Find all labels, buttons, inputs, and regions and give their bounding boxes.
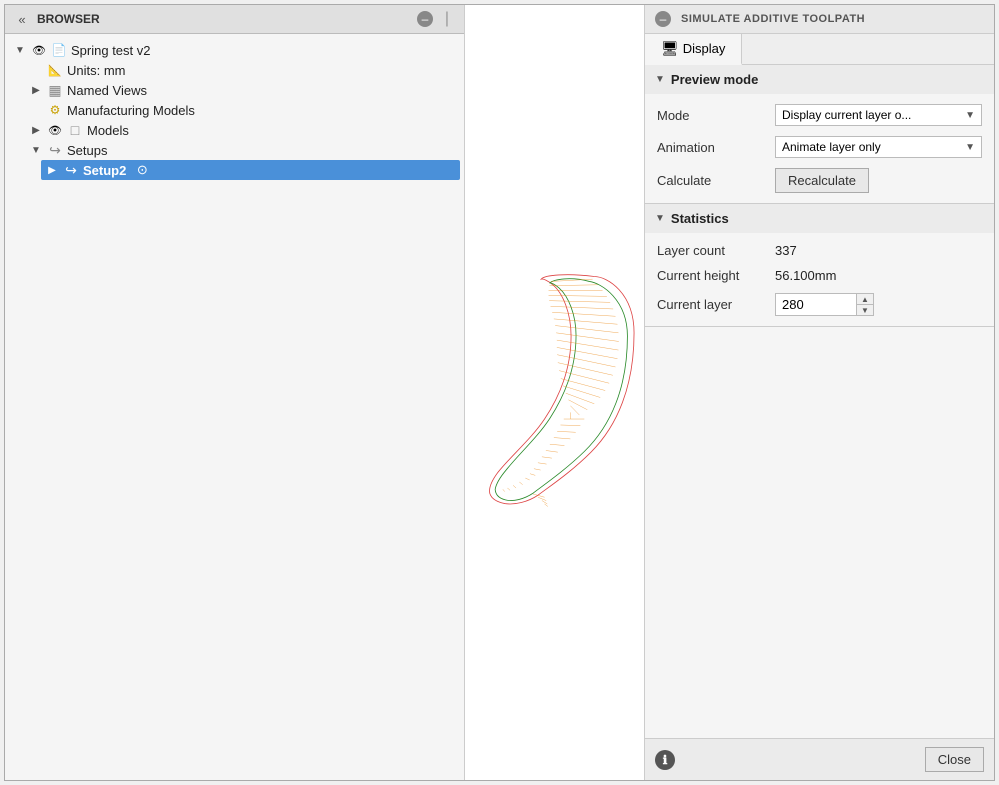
tree-item-setups[interactable]: ↪ Setups xyxy=(25,140,460,160)
named-views-icon: ▦ xyxy=(47,82,63,98)
panel-title: SIMULATE ADDITIVE TOOLPATH xyxy=(681,13,865,25)
browser-panel: BROWSER – | Spring test v2 Units: mm xyxy=(5,5,465,780)
models-icon: □ xyxy=(67,122,83,138)
tree-arrow-models xyxy=(29,123,43,137)
mode-control: Display current layer o... ▼ xyxy=(775,104,982,126)
close-button[interactable]: Close xyxy=(925,747,984,772)
animation-row: Animation Animate layer only ▼ xyxy=(657,136,982,158)
tab-bar: 🖥 Display xyxy=(645,34,994,65)
animation-select[interactable]: Animate layer only ▼ xyxy=(775,136,982,158)
current-height-value: 56.100mm xyxy=(775,268,836,283)
root-label: Spring test v2 xyxy=(71,43,151,58)
tree-item-named-views[interactable]: ▦ Named Views xyxy=(25,80,460,100)
preview-section-arrow: ▼ xyxy=(655,74,665,85)
canvas-area xyxy=(465,5,644,780)
tree-item-root[interactable]: Spring test v2 xyxy=(9,40,460,60)
eye-icon-models xyxy=(47,122,63,138)
tree-item-models[interactable]: □ Models xyxy=(25,120,460,140)
animation-label: Animation xyxy=(657,140,767,155)
named-views-label: Named Views xyxy=(67,83,147,98)
layer-count-value: 337 xyxy=(775,243,797,258)
animation-select-arrow: ▼ xyxy=(965,142,975,153)
layer-count-row: Layer count 337 xyxy=(657,243,982,258)
tab-display[interactable]: 🖥 Display xyxy=(645,34,742,65)
recalculate-button[interactable]: Recalculate xyxy=(775,168,869,193)
statistics-section: ▼ Statistics Layer count 337 Current hei… xyxy=(645,204,994,327)
minus-icon[interactable]: – xyxy=(416,10,434,28)
tree-arrow-named-views xyxy=(29,83,43,97)
display-tab-icon: 🖥 xyxy=(661,40,679,57)
preview-mode-title: Preview mode xyxy=(671,72,758,87)
stats-section-arrow: ▼ xyxy=(655,213,665,224)
display-tab-label: Display xyxy=(683,41,726,56)
tree-arrow-root xyxy=(13,43,27,57)
spinner-buttons: ▲ ▼ xyxy=(856,294,873,315)
animation-control: Animate layer only ▼ xyxy=(775,136,982,158)
calculate-row: Calculate Recalculate xyxy=(657,168,982,193)
doc-icon-root xyxy=(51,42,67,58)
setups-label: Setups xyxy=(67,143,107,158)
info-icon[interactable]: ℹ xyxy=(655,750,675,770)
preview-mode-section: ▼ Preview mode Mode Display current laye… xyxy=(645,65,994,204)
current-layer-input[interactable] xyxy=(776,294,856,315)
panel-header: – SIMULATE ADDITIVE TOOLPATH xyxy=(645,5,994,34)
statistics-body: Layer count 337 Current height 56.100mm … xyxy=(645,233,994,326)
preview-mode-header[interactable]: ▼ Preview mode xyxy=(645,65,994,94)
mfg-icon xyxy=(47,102,63,118)
spinner-up-button[interactable]: ▲ xyxy=(857,294,873,305)
calculate-label: Calculate xyxy=(657,173,767,188)
statistics-title: Statistics xyxy=(671,211,729,226)
eye-icon-root xyxy=(31,42,47,58)
spinner-down-button[interactable]: ▼ xyxy=(857,305,873,315)
setups-icon: ↪ xyxy=(47,142,63,158)
tree-arrow-setup2 xyxy=(45,163,59,177)
right-panel: – SIMULATE ADDITIVE TOOLPATH 🖥 Display ▼… xyxy=(644,5,994,780)
tree-item-units[interactable]: Units: mm xyxy=(25,60,460,80)
mode-row: Mode Display current layer o... ▼ xyxy=(657,104,982,126)
mfg-models-label: Manufacturing Models xyxy=(67,103,195,118)
mode-label: Mode xyxy=(657,108,767,123)
panel-content: 🖥 Display ▼ Preview mode Mode Display cu… xyxy=(645,34,994,738)
mode-select[interactable]: Display current layer o... ▼ xyxy=(775,104,982,126)
units-label: Units: mm xyxy=(67,63,126,78)
panel-footer: ℹ Close xyxy=(645,738,994,780)
unit-icon xyxy=(47,62,63,78)
mode-select-arrow: ▼ xyxy=(965,110,975,121)
current-layer-spinner[interactable]: ▲ ▼ xyxy=(775,293,874,316)
setup2-folder-icon: ↪ xyxy=(63,162,79,178)
layer-count-label: Layer count xyxy=(657,243,767,258)
tree-item-setup2[interactable]: ↪ Setup2 ⊙ xyxy=(41,160,460,180)
collapse-icon[interactable] xyxy=(13,10,31,28)
mode-select-text: Display current layer o... xyxy=(782,108,961,122)
current-layer-label: Current layer xyxy=(657,297,767,312)
models-label: Models xyxy=(87,123,129,138)
setup2-target-icon: ⊙ xyxy=(134,162,150,178)
tree-item-mfg-models[interactable]: Manufacturing Models xyxy=(25,100,460,120)
current-height-label: Current height xyxy=(657,268,767,283)
toolpath-canvas xyxy=(465,5,644,780)
browser-header: BROWSER – | xyxy=(5,5,464,34)
browser-title: BROWSER xyxy=(37,12,410,26)
current-height-row: Current height 56.100mm xyxy=(657,268,982,283)
divider-icon: | xyxy=(438,10,456,28)
panel-collapse-icon[interactable]: – xyxy=(655,11,671,27)
preview-mode-body: Mode Display current layer o... ▼ Animat… xyxy=(645,94,994,203)
tree-arrow-setups xyxy=(29,143,43,157)
statistics-header[interactable]: ▼ Statistics xyxy=(645,204,994,233)
animation-select-text: Animate layer only xyxy=(782,140,961,154)
current-layer-row: Current layer ▲ ▼ xyxy=(657,293,982,316)
browser-tree: Spring test v2 Units: mm ▦ Named Views M… xyxy=(5,34,464,780)
setup2-label: Setup2 xyxy=(83,163,126,178)
calculate-control: Recalculate xyxy=(775,168,982,193)
